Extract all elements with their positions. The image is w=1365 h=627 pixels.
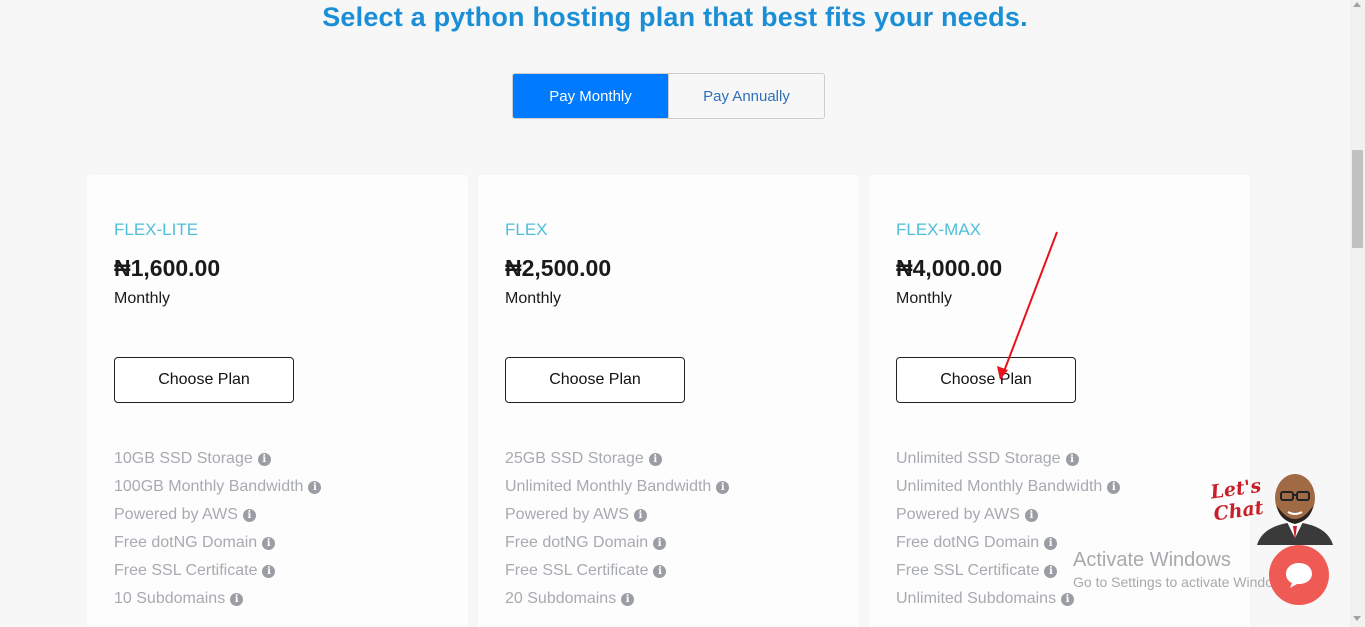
feature-label: Free SSL Certificate <box>896 562 1040 579</box>
billing-toggle: Pay Monthly Pay Annually <box>512 73 825 119</box>
feature-item: Free dotNG Domain i <box>505 529 729 557</box>
plan-card-flex: FLEX ₦2,500.00 Monthly Choose Plan 25GB … <box>478 175 859 627</box>
feature-label: Unlimited Monthly Bandwidth <box>896 478 1103 495</box>
info-circle-icon[interactable]: i <box>1024 508 1038 522</box>
feature-label: 10 Subdomains <box>114 590 226 607</box>
activate-windows-subtitle: Go to Settings to activate Windows. <box>1073 574 1294 590</box>
scroll-down-arrow-icon[interactable] <box>1353 616 1361 621</box>
feature-item: Unlimited Monthly Bandwidth i <box>505 473 730 501</box>
feature-item: 10 Subdomains i <box>114 585 321 613</box>
feature-label: Free dotNG Domain <box>505 534 649 551</box>
info-circle-icon[interactable]: i <box>242 508 256 522</box>
info-circle-icon[interactable]: i <box>1061 592 1075 606</box>
feature-label: Free SSL Certificate <box>505 562 649 579</box>
chat-agent-avatar <box>1257 474 1333 545</box>
feature-item: Free SSL Certificate i <box>114 557 321 585</box>
feature-item: Unlimited SSD Storage i <box>896 445 1120 473</box>
pay-monthly-button[interactable]: Pay Monthly <box>513 74 668 118</box>
plan-price: ₦1,600.00 <box>114 255 221 281</box>
feature-label: Unlimited Subdomains <box>896 590 1057 607</box>
feature-list: 10GB SSD Storage i 100GB Monthly Bandwidt… <box>114 445 322 613</box>
feature-item: Free dotNG Domain i <box>114 529 321 557</box>
feature-list: 25GB SSD Storage i Unlimited Monthly Band… <box>505 445 730 613</box>
annotation-arrow <box>997 231 1058 380</box>
activate-windows-watermark: Activate Windows Go to Settings to activ… <box>1073 548 1294 592</box>
chat-bubble-icon <box>1286 563 1312 588</box>
pay-annually-button[interactable]: Pay Annually <box>668 74 824 118</box>
plan-period: Monthly <box>114 290 171 307</box>
feature-label: Free SSL Certificate <box>114 562 258 579</box>
feature-label: Powered by AWS <box>114 506 238 523</box>
feature-label: Unlimited SSD Storage <box>896 450 1061 467</box>
feature-label: 10GB SSD Storage <box>114 450 253 467</box>
feature-item: Powered by AWS i <box>114 501 321 529</box>
feature-label: 100GB Monthly Bandwidth <box>114 478 304 495</box>
feature-label: 20 Subdomains <box>505 590 617 607</box>
scroll-thumb[interactable] <box>1352 150 1363 248</box>
page-scrollbar[interactable] <box>1350 0 1365 627</box>
plan-name: FLEX-LITE <box>114 220 199 239</box>
feature-label: 25GB SSD Storage <box>505 450 644 467</box>
plan-price: ₦4,000.00 <box>896 255 1003 281</box>
feature-label: Powered by AWS <box>896 506 1020 523</box>
feature-item: 10GB SSD Storage i <box>114 445 321 473</box>
info-circle-icon[interactable]: i <box>653 564 667 578</box>
info-circle-icon[interactable]: i <box>1044 536 1058 550</box>
feature-label: Unlimited Monthly Bandwidth <box>505 478 712 495</box>
feature-item: 25GB SSD Storage i <box>505 445 729 473</box>
choose-plan-button[interactable]: Choose Plan <box>114 357 294 403</box>
scroll-up-arrow-icon[interactable] <box>1353 2 1361 7</box>
info-circle-icon[interactable]: i <box>1065 452 1079 466</box>
chat-open-button[interactable] <box>1269 545 1329 605</box>
feature-item: Powered by AWS i <box>896 501 1120 529</box>
feature-label: Free dotNG Domain <box>896 534 1040 551</box>
info-circle-icon[interactable]: i <box>308 480 322 494</box>
feature-item: 100GB Monthly Bandwidth i <box>114 473 322 501</box>
plan-period: Monthly <box>505 290 562 307</box>
feature-label: Powered by AWS <box>505 506 629 523</box>
feature-item: Powered by AWS i <box>505 501 729 529</box>
info-circle-icon[interactable]: i <box>621 592 635 606</box>
info-circle-icon[interactable]: i <box>257 452 271 466</box>
info-circle-icon[interactable]: i <box>1107 480 1121 494</box>
info-circle-icon[interactable]: i <box>1044 564 1058 578</box>
plan-name: FLEX-MAX <box>896 220 982 239</box>
feature-label: Free dotNG Domain <box>114 534 258 551</box>
info-circle-icon[interactable]: i <box>633 508 647 522</box>
info-circle-icon[interactable]: i <box>262 564 276 578</box>
activate-windows-title: Activate Windows <box>1073 549 1231 571</box>
info-circle-icon[interactable]: i <box>653 536 667 550</box>
info-circle-icon[interactable]: i <box>648 452 662 466</box>
info-circle-icon[interactable]: i <box>262 536 276 550</box>
page-title: Select a python hosting plan that best f… <box>322 2 1028 32</box>
info-circle-icon[interactable]: i <box>716 480 730 494</box>
plan-name: FLEX <box>505 220 548 239</box>
plan-card-flex-lite: FLEX-LITE ₦1,600.00 Monthly Choose Plan … <box>87 175 468 627</box>
feature-item: 20 Subdomains i <box>505 585 729 613</box>
feature-item: Free SSL Certificate i <box>505 557 729 585</box>
feature-item: Unlimited Monthly Bandwidth i <box>896 473 1121 501</box>
chat-widget[interactable]: Let's Chat <box>1209 470 1335 545</box>
info-circle-icon[interactable]: i <box>230 592 244 606</box>
plan-period: Monthly <box>896 290 953 307</box>
choose-plan-button[interactable]: Choose Plan <box>505 357 685 403</box>
plan-price: ₦2,500.00 <box>505 255 612 281</box>
